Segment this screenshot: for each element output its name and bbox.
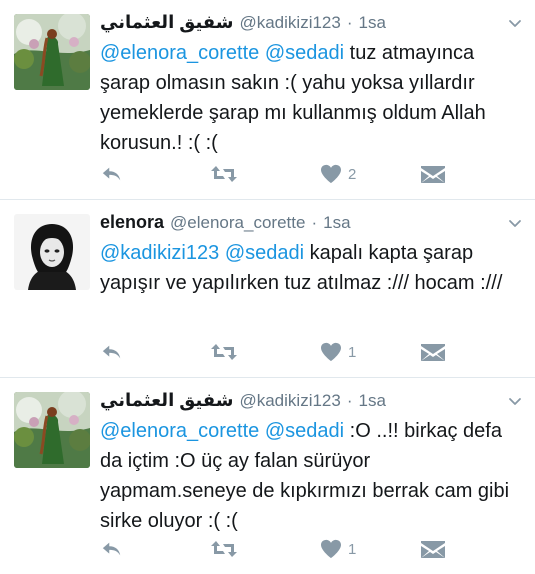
reply-icon [100,538,124,560]
tweet-text: @elenora_corette @sedadi :O ..!! birkaç … [100,416,519,536]
reply-button[interactable] [100,341,210,363]
envelope-icon [420,539,446,559]
tweet[interactable]: elenora @elenora_corette · 1sa @kadikizi… [0,200,535,378]
display-name[interactable]: شفيق العثماني [100,390,233,411]
reply-icon [100,341,124,363]
avatar-portrait-image [14,214,90,290]
display-name[interactable]: elenora [100,212,164,233]
direct-message-button[interactable] [420,342,446,362]
chevron-down-icon[interactable] [507,394,523,410]
mention-link[interactable]: @elenora_corette [100,42,259,64]
reply-button[interactable] [100,538,210,560]
retweet-icon [210,539,238,559]
tweet-header: شفيق العثماني @kadikizi123 · 1sa [100,12,519,36]
timestamp[interactable]: 1sa [323,213,350,233]
tweet-actions: 1 [100,341,446,363]
separator-dot: · [346,391,353,410]
tweet-header: شفيق العثماني @kadikizi123 · 1sa [100,390,519,414]
heart-icon [320,539,342,559]
separator-dot: · [311,213,318,232]
user-handle[interactable]: @kadikizi123 [239,391,340,411]
avatar-painting-image [14,392,90,468]
mention-link[interactable]: @kadikizi123 [100,242,219,264]
avatar[interactable] [14,14,90,90]
separator-dot: · [346,13,353,32]
retweet-button[interactable] [210,164,320,184]
chevron-down-icon[interactable] [507,216,523,232]
direct-message-button[interactable] [420,539,446,559]
user-handle[interactable]: @kadikizi123 [239,13,340,33]
user-handle[interactable]: @elenora_corette [170,213,305,233]
direct-message-button[interactable] [420,164,446,184]
reply-button[interactable] [100,163,210,185]
mention-link[interactable]: @elenora_corette [100,420,259,442]
like-count: 2 [348,165,357,183]
tweet[interactable]: شفيق العثماني @kadikizi123 · 1sa @elenor… [0,0,535,200]
tweet-text: @elenora_corette @sedadi tuz atmayınca ş… [100,38,519,158]
avatar-painting-image [14,14,90,90]
tweet[interactable]: شفيق العثماني @kadikizi123 · 1sa @elenor… [0,378,535,574]
timestamp[interactable]: 1sa [359,391,386,411]
avatar[interactable] [14,392,90,468]
reply-icon [100,163,124,185]
retweet-icon [210,164,238,184]
mention-link[interactable]: @sedadi [265,42,344,64]
timestamp[interactable]: 1sa [359,13,386,33]
tweet-text: @kadikizi123 @sedadi kapalı kapta şarap … [100,238,519,298]
mention-link[interactable]: @sedadi [225,242,304,264]
retweet-button[interactable] [210,342,320,362]
avatar[interactable] [14,214,90,290]
envelope-icon [420,342,446,362]
like-button[interactable]: 1 [320,539,420,559]
envelope-icon [420,164,446,184]
retweet-icon [210,342,238,362]
like-button[interactable]: 2 [320,164,420,184]
display-name[interactable]: شفيق العثماني [100,12,233,33]
tweet-actions: 2 [100,163,446,185]
tweet-actions: 1 [100,538,446,560]
tweet-header: elenora @elenora_corette · 1sa [100,212,519,236]
like-button[interactable]: 1 [320,342,420,362]
chevron-down-icon[interactable] [507,16,523,32]
heart-icon [320,342,342,362]
like-count: 1 [348,540,357,558]
heart-icon [320,164,342,184]
mention-link[interactable]: @sedadi [265,420,344,442]
retweet-button[interactable] [210,539,320,559]
like-count: 1 [348,343,357,361]
